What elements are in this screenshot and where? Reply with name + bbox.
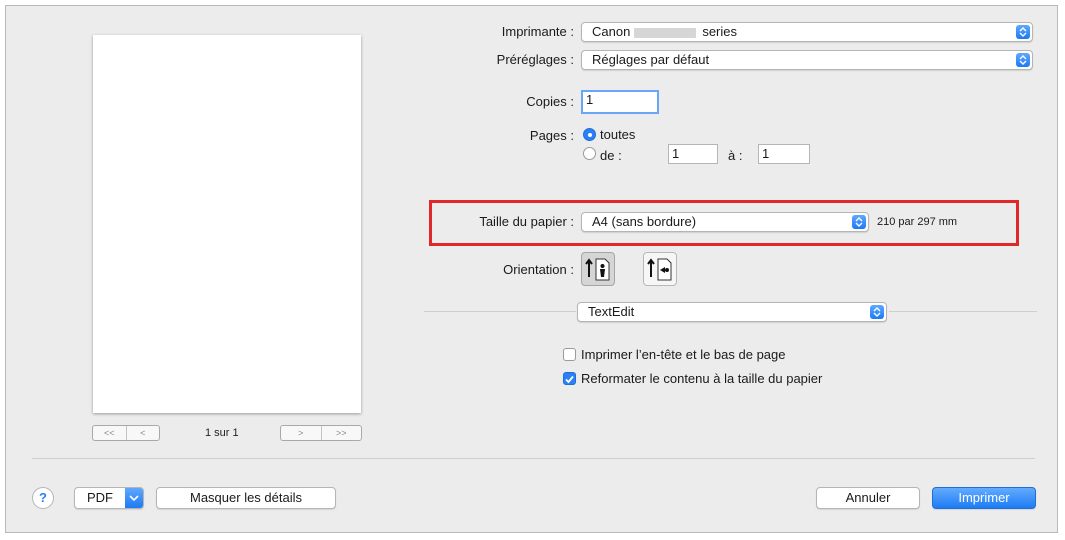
presets-popup[interactable]: Réglages par défaut: [581, 50, 1033, 70]
app-section-popup[interactable]: TextEdit: [577, 302, 887, 322]
first-page-button[interactable]: <<: [93, 426, 127, 440]
printer-value-suffix: series: [702, 24, 737, 39]
page-indicator: 1 sur 1: [205, 427, 239, 439]
pages-from-field[interactable]: 1: [668, 144, 718, 164]
section-separator-right: [889, 311, 1037, 312]
header-footer-checkbox[interactable]: [563, 348, 576, 361]
printer-label: Imprimante :: [501, 24, 574, 39]
last-page-button[interactable]: >>: [322, 426, 362, 440]
next-page-button[interactable]: >: [281, 426, 322, 440]
rewrap-contents-checkbox[interactable]: [563, 372, 576, 385]
pager-back-control: << <: [92, 425, 160, 441]
redacted-model: [634, 27, 697, 38]
pages-range-radio[interactable]: [583, 147, 596, 160]
landscape-icon: [647, 258, 672, 281]
checkmark-icon: [565, 375, 574, 384]
printer-value-prefix: Canon: [592, 24, 631, 39]
footer-separator: [32, 458, 1035, 459]
printer-popup[interactable]: Canon series: [581, 22, 1033, 42]
print-button[interactable]: Imprimer: [932, 487, 1036, 509]
portrait-icon: [585, 258, 610, 281]
previous-page-button[interactable]: <: [127, 426, 160, 440]
pages-all-label: toutes: [600, 127, 636, 142]
orientation-portrait-button[interactable]: [581, 252, 615, 286]
help-button[interactable]: ?: [32, 487, 54, 509]
chevron-down-icon: [125, 488, 143, 508]
pages-to-label: à :: [728, 148, 743, 163]
up-down-chevron-icon: [1016, 25, 1030, 39]
rewrap-contents-label: Reformater le contenu à la taille du pap…: [581, 371, 823, 386]
up-down-chevron-icon: [1016, 53, 1030, 67]
pages-all-radio[interactable]: [583, 128, 596, 141]
orientation-landscape-button[interactable]: [643, 252, 677, 286]
paper-size-highlight: [429, 200, 1019, 246]
cancel-button[interactable]: Annuler: [816, 487, 920, 509]
copies-label: Copies :: [526, 94, 574, 109]
pages-label: Pages :: [529, 128, 574, 143]
presets-value: Réglages par défaut: [592, 52, 710, 67]
pager-forward-control: > >>: [280, 425, 362, 441]
print-dialog: << < 1 sur 1 > >> Imprimante : Canon seri…: [5, 5, 1058, 533]
section-separator-left: [424, 311, 576, 312]
hide-details-button[interactable]: Masquer les détails: [156, 487, 336, 509]
up-down-chevron-icon: [870, 305, 884, 319]
presets-label: Préréglages :: [496, 52, 574, 67]
help-icon: ?: [39, 490, 47, 505]
pdf-menu-button[interactable]: PDF: [74, 487, 144, 509]
copies-field[interactable]: 1: [581, 90, 659, 114]
pages-range-label: de :: [600, 148, 622, 163]
orientation-label: Orientation :: [503, 262, 574, 277]
pages-to-field[interactable]: 1: [758, 144, 810, 164]
header-footer-label: Imprimer l’en-tête et le bas de page: [581, 347, 786, 362]
pdf-label: PDF: [87, 490, 113, 505]
app-section-value: TextEdit: [588, 304, 635, 319]
page-preview: [93, 35, 361, 413]
